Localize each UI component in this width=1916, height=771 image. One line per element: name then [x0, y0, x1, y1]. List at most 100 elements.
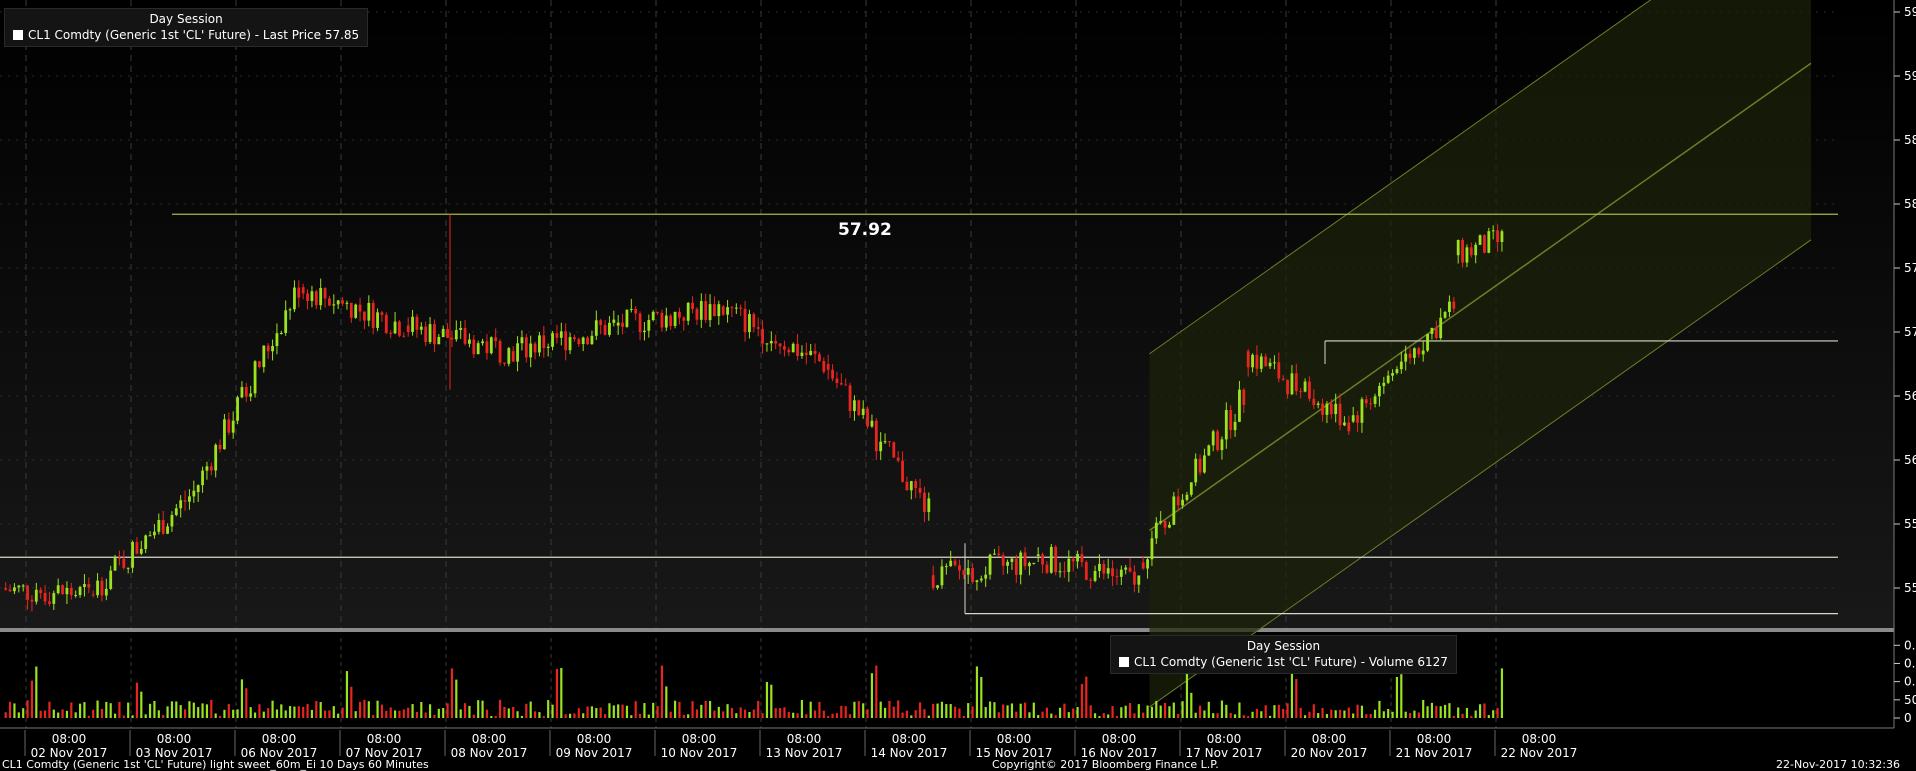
- candle-body: [1456, 239, 1460, 256]
- volume-bar: [748, 712, 751, 718]
- candle-body: [1185, 494, 1189, 500]
- price-chart[interactable]: 59.50 59.00 58.50 58.00 57.50 57.00 56.50 56.00…: [0, 0, 1916, 770]
- time-tick-label: 08:00: [367, 732, 402, 746]
- candle-body: [174, 508, 178, 516]
- volume-bar: [582, 713, 585, 718]
- volume-bar: [555, 668, 559, 718]
- volume-bar: [1041, 711, 1044, 718]
- candle-body: [1014, 558, 1018, 575]
- candle-body: [778, 343, 782, 347]
- volume-bar: [39, 710, 42, 718]
- candle-body: [704, 301, 708, 321]
- candle-body: [1194, 458, 1198, 483]
- candle-body: [739, 307, 743, 309]
- volume-bar: [1492, 710, 1495, 718]
- volume-bar: [1352, 713, 1355, 718]
- candle-body: [454, 329, 458, 340]
- candle-body: [1010, 558, 1014, 562]
- volume-bar: [905, 710, 909, 718]
- volume-bar: [831, 713, 834, 718]
- candle-body: [1233, 421, 1237, 431]
- candle-body: [1312, 398, 1316, 405]
- volume-bar: [892, 706, 895, 718]
- candle-body: [1334, 403, 1338, 415]
- volume-bar: [1238, 702, 1241, 718]
- volume-bar: [1120, 707, 1123, 718]
- volume-bar: [100, 708, 104, 718]
- volume-bar: [1220, 700, 1224, 718]
- candle-body: [13, 587, 16, 592]
- volume-bar: [932, 703, 935, 718]
- volume-bar: [1137, 704, 1140, 718]
- volume-bar: [367, 701, 370, 718]
- candle-body: [201, 470, 204, 486]
- candle-body: [1041, 554, 1044, 565]
- candle-body: [450, 337, 454, 340]
- candle-body: [1242, 389, 1246, 405]
- volume-bar: [48, 701, 51, 718]
- volume-bar: [223, 709, 226, 718]
- candle-body: [205, 466, 209, 471]
- candle-body: [1364, 399, 1368, 404]
- candle-body: [332, 304, 336, 306]
- candle-body: [1207, 445, 1211, 456]
- candle-body: [853, 400, 856, 412]
- candle-body: [1119, 569, 1123, 577]
- volume-bar: [1448, 703, 1451, 718]
- candle-body: [1316, 403, 1320, 405]
- candle-body: [1281, 378, 1285, 380]
- volume-bar: [936, 703, 939, 718]
- volume-bar: [1133, 713, 1136, 718]
- candle-body: [472, 339, 476, 355]
- volume-bar: [1391, 711, 1394, 718]
- candle-body: [603, 325, 607, 335]
- volume-bar: [463, 703, 467, 718]
- volume-bar: [739, 707, 742, 718]
- volume-bar: [1325, 714, 1329, 718]
- volume-bar: [420, 702, 423, 718]
- volume-bar: [57, 712, 60, 718]
- time-tick-label: 08:00: [472, 732, 507, 746]
- volume-bar: [148, 703, 152, 718]
- time-tick-label: 08:00: [1522, 732, 1557, 746]
- candle-body: [914, 481, 918, 489]
- volume-bar: [870, 673, 874, 718]
- candle-body: [367, 302, 371, 321]
- candle-body: [1224, 410, 1228, 440]
- candle-body: [1356, 415, 1359, 423]
- volume-bar: [512, 706, 515, 718]
- price-legend: Day Session CL1 Comdty (Generic 1st 'CL'…: [4, 8, 369, 47]
- volume-bar: [647, 714, 650, 718]
- candle-body: [769, 341, 773, 344]
- candle-body: [131, 542, 134, 568]
- volume-bar: [92, 709, 95, 718]
- candle-body: [489, 337, 493, 354]
- candle-body: [196, 485, 200, 492]
- volume-bar: [1015, 711, 1018, 718]
- candle-body: [1076, 554, 1079, 562]
- volume-bar: [188, 701, 191, 718]
- candle-body: [879, 441, 883, 452]
- volume-bar: [170, 701, 174, 718]
- time-tick-label: 08:00: [1207, 732, 1242, 746]
- candle-body: [988, 554, 992, 575]
- candle-body: [1443, 312, 1447, 318]
- volume-bar: [752, 709, 755, 718]
- candle-body: [258, 361, 261, 368]
- volume-bar: [1203, 710, 1206, 718]
- volume-bar: [1347, 707, 1350, 718]
- time-tick-label: 08:00: [892, 732, 927, 746]
- candle-body: [616, 322, 620, 326]
- volume-tick-label: 0.15M: [1904, 656, 1916, 670]
- candle-body: [301, 287, 305, 294]
- candle-body: [349, 302, 353, 318]
- volume-bar: [372, 715, 375, 718]
- volume-bar: [227, 704, 230, 718]
- candle-body: [306, 293, 309, 301]
- legend-swatch: [13, 30, 23, 40]
- candle-body: [153, 531, 156, 536]
- volume-bar: [1430, 702, 1434, 718]
- candle-body: [170, 515, 174, 527]
- volume-bar: [1330, 709, 1333, 718]
- volume-bar: [1023, 702, 1027, 718]
